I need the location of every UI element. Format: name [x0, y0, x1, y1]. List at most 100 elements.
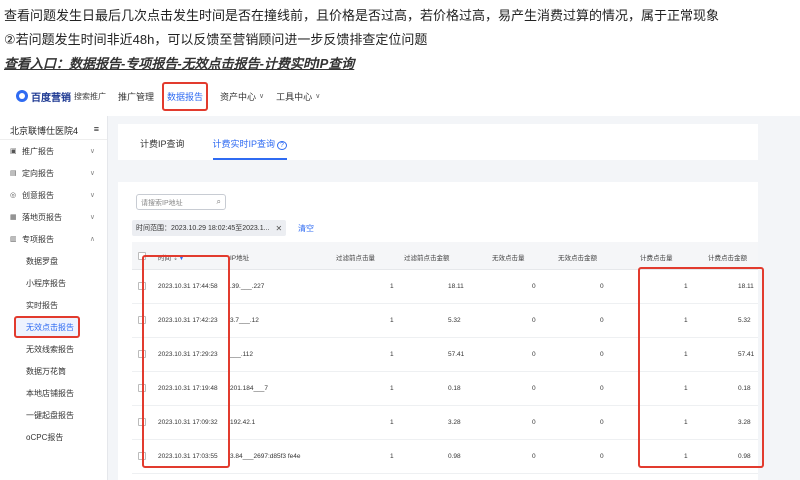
header-invalid-clicks: 无效点击量 — [492, 255, 525, 262]
sidebar-label: 专项报告 — [22, 234, 54, 244]
cell-pre-clicks: 1 — [390, 385, 394, 392]
doc-line-2: ②若问题发生时间非近48h，可以反馈至营销顾问进一步反馈排查定位问题 — [4, 32, 428, 47]
cell-invalid-amount: 0 — [600, 385, 604, 392]
cell-pre-amount: 0.98 — [448, 453, 461, 460]
ip-search-input[interactable]: 请搜索IP地址 ⌕ — [136, 194, 226, 210]
sidebar-sub-realtime[interactable]: 实时报告 — [0, 294, 107, 316]
billed-columns-highlight — [638, 267, 764, 468]
sidebar-item-promotion-report[interactable]: ▣ 推广报告 ∨ — [0, 140, 107, 162]
special-icon: ▥ — [10, 236, 17, 243]
chevron-down-icon: ∨ — [259, 93, 265, 100]
search-placeholder: 请搜索IP地址 — [141, 200, 183, 207]
cell-pre-clicks: 1 — [390, 351, 394, 358]
tab-label: 计费实时IP查询 — [212, 139, 276, 149]
sidebar-item-special-report[interactable]: ▥ 专项报告 ∧ — [0, 228, 107, 250]
time-range-tag[interactable]: 时间范围：2023.10.29 18:02:45至2023.1... ✕ — [132, 220, 287, 236]
cell-invalid-amount: 0 — [600, 317, 604, 324]
idea-icon: ◎ — [10, 192, 17, 199]
doc-entry-path: 查看入口：数据报告-专项报告-无效点击报告-计费实时IP查询 — [4, 56, 355, 71]
sidebar-sub-invalid-leads[interactable]: 无效线索报告 — [0, 338, 107, 360]
cell-ip: 3.7___.12 — [230, 317, 259, 324]
cell-invalid-clicks: 0 — [532, 419, 536, 426]
top-nav: 百度营销 搜索推广 推广管理 数据报告 资产中心 ∨ 工具中心 ∨ — [0, 76, 800, 116]
cell-pre-amount: 0.18 — [448, 385, 461, 392]
account-switcher[interactable]: 北京联博仕医院4 ≡ — [0, 116, 107, 140]
cell-invalid-amount: 0 — [600, 283, 604, 290]
chevron-down-icon: ∨ — [89, 148, 95, 155]
tab-bar: 计费IP查询 计费实时IP查询? — [118, 124, 758, 160]
sidebar-sub-quick-start[interactable]: 一键起盘报告 — [0, 404, 107, 426]
chevron-down-icon: ∨ — [89, 192, 95, 199]
nav-label: 数据报告 — [167, 91, 204, 102]
page-icon: ▦ — [10, 214, 17, 221]
time-column-highlight — [142, 255, 230, 468]
nav-label: 资产中心 — [220, 91, 257, 102]
header-billed-clicks: 计费点击量 — [640, 255, 673, 262]
cell-pre-clicks: 1 — [390, 317, 394, 324]
cell-pre-amount: 3.28 — [448, 419, 461, 426]
cell-pre-clicks: 1 — [390, 419, 394, 426]
sidebar-sub-kaleidoscope[interactable]: 数据万花筒 — [0, 360, 107, 382]
tab-billing-ip[interactable]: 计费IP查询 — [140, 137, 185, 160]
target-icon: ▤ — [10, 170, 17, 177]
screenshot: 百度营销 搜索推广 推广管理 数据报告 资产中心 ∨ 工具中心 ∨ 北京联博仕医院4… — [0, 76, 800, 480]
nav-item-data-report[interactable]: 数据报告 — [162, 81, 209, 111]
header-pre-amount: 过滤前点击金额 — [404, 255, 450, 262]
cell-invalid-clicks: 0 — [532, 283, 536, 290]
sidebar-sub-miniprogram[interactable]: 小程序报告 — [0, 272, 107, 294]
sidebar-label: 创意报告 — [22, 190, 54, 200]
chevron-down-icon: ∨ — [315, 93, 321, 100]
nav-label: 工具中心 — [276, 91, 313, 102]
baidu-paw-icon — [16, 90, 28, 102]
sidebar-sub-local-store[interactable]: 本地店铺报告 — [0, 382, 107, 404]
sidebar-item-creative-report[interactable]: ◎ 创意报告 ∨ — [0, 184, 107, 206]
cell-pre-amount: 18.11 — [448, 283, 464, 290]
cell-ip: .39.___.227 — [230, 283, 265, 290]
cell-ip: 192.42.1 — [230, 419, 256, 426]
cell-ip: 201.184___7 — [230, 385, 268, 392]
logo[interactable]: 百度营销 搜索推广 — [16, 89, 106, 104]
sidebar-label: 落地页报告 — [22, 212, 62, 222]
cell-invalid-clicks: 0 — [532, 351, 536, 358]
header-invalid-amount: 无效点击金额 — [558, 255, 597, 262]
doc-line-1: 查看问题发生日最后几次点击发生时间是否在撞线前，且价格是否过高，若价格过高，易产… — [4, 8, 720, 23]
sidebar-sub-compass[interactable]: 数据罗盘 — [0, 250, 107, 272]
time-range-label: 时间范围：2023.10.29 18:02:45至2023.1... — [136, 225, 270, 232]
cell-pre-clicks: 1 — [390, 283, 394, 290]
cell-invalid-amount: 0 — [600, 419, 604, 426]
close-icon[interactable]: ✕ — [275, 224, 282, 233]
nav-item-tools[interactable]: 工具中心 ∨ — [276, 90, 320, 103]
help-icon[interactable]: ? — [277, 141, 287, 150]
chart-icon: ▣ — [10, 148, 17, 155]
sidebar-label: 定向报告 — [22, 168, 54, 178]
cell-pre-clicks: 1 — [390, 453, 394, 460]
header-billed-amount: 计费点击金额 — [708, 255, 747, 262]
menu-icon[interactable]: ≡ — [94, 124, 99, 139]
cell-ip: 3.84___2697:d85f3 fe4e — [230, 453, 301, 460]
sidebar-sub-ocpc[interactable]: oCPC报告 — [0, 426, 107, 448]
chevron-down-icon: ∨ — [89, 170, 95, 177]
sidebar-item-landing-report[interactable]: ▦ 落地页报告 ∨ — [0, 206, 107, 228]
nav-item-assets[interactable]: 资产中心 ∨ — [220, 90, 264, 103]
header-ip: IP地址 — [230, 255, 250, 262]
sidebar-sub-invalid-click[interactable]: 无效点击报告 — [14, 316, 80, 338]
cell-invalid-amount: 0 — [600, 453, 604, 460]
cell-pre-amount: 57.41 — [448, 351, 465, 358]
cell-ip: ___.112 — [230, 351, 254, 358]
nav-item-promotion[interactable]: 推广管理 — [118, 90, 154, 103]
logo-text: 百度营销 — [31, 92, 71, 104]
clear-filter-link[interactable]: 清空 — [298, 223, 314, 234]
sidebar-item-targeting-report[interactable]: ▤ 定向报告 ∨ — [0, 162, 107, 184]
tab-realtime-ip[interactable]: 计费实时IP查询? — [212, 137, 287, 160]
cell-pre-amount: 5.32 — [448, 317, 461, 324]
account-name: 北京联博仕医院4 — [10, 126, 79, 136]
nav-label: 推广管理 — [118, 91, 155, 102]
cell-invalid-clicks: 0 — [532, 385, 536, 392]
search-icon[interactable]: ⌕ — [217, 197, 221, 207]
cell-invalid-clicks: 0 — [532, 453, 536, 460]
cell-invalid-clicks: 0 — [532, 317, 536, 324]
tab-label: 计费IP查询 — [140, 139, 185, 149]
chevron-down-icon: ∨ — [89, 214, 95, 221]
sidebar: 北京联博仕医院4 ≡ ▣ 推广报告 ∨ ▤ 定向报告 ∨ ◎ 创意报告 ∨ ▦ 落地页报告 ∨ … — [0, 116, 108, 480]
header-pre-clicks: 过滤前点击量 — [336, 255, 375, 262]
